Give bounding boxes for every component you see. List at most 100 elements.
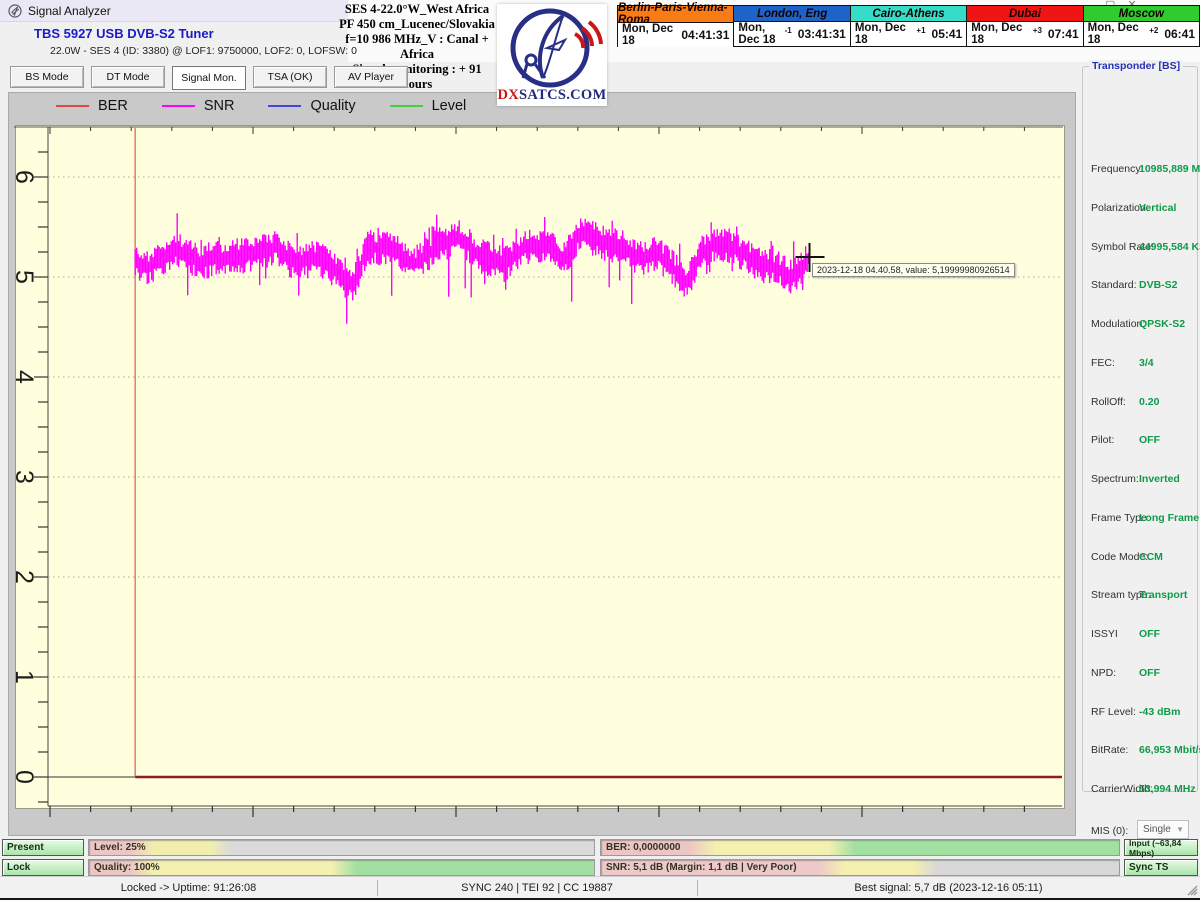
transponder-value: OFF	[1139, 667, 1160, 679]
legend-item-ber: BER	[56, 98, 128, 114]
transponder-label: RollOff:	[1091, 396, 1126, 408]
legend-item-snr: SNR	[162, 98, 235, 114]
transponder-value: 10985,889 MHz	[1139, 163, 1200, 175]
clock-moscow: MoscowMon, Dec 18+206:41	[1084, 5, 1200, 47]
banner-line: f=10 986 MHz_V : Canal + Africa	[337, 32, 497, 62]
transponder-label: FEC:	[1091, 357, 1115, 369]
title-bar[interactable]: Signal Analyzer	[0, 0, 348, 22]
clock-date: Mon, Dec 18	[738, 22, 784, 46]
status-separator	[697, 880, 698, 896]
legend-label: Quality	[310, 98, 355, 114]
y-axis-tick-label: 5	[9, 262, 39, 292]
transponder-value: OFF	[1139, 434, 1160, 446]
clock-time-row: Mon, Dec 18+206:41	[1084, 22, 1199, 46]
tuner-name: TBS 5927 USB DVB-S2 Tuner	[34, 26, 214, 41]
status-segment-2: Best signal: 5,7 dB (2023-12-16 05:11)	[697, 877, 1200, 899]
clock-city-label: Berlin-Paris-Vienna-Roma	[618, 6, 733, 23]
ber-bar: BER: 0,0000000	[600, 839, 1120, 856]
transponder-label: Frequency:	[1091, 163, 1144, 175]
clock-dubai: DubaiMon, Dec 18+3 07:41	[967, 5, 1083, 47]
y-axis-tick-label: 1	[9, 662, 39, 692]
tab-bs-mode[interactable]: BS Mode	[10, 66, 84, 88]
transponder-value: 44995,584 KS/s	[1139, 241, 1200, 253]
app-icon	[8, 4, 22, 18]
mis-dropdown[interactable]: Single ▼	[1137, 820, 1189, 839]
status-segment-1: SYNC 240 | TEI 92 | CC 19887	[377, 877, 697, 899]
tab-av-player[interactable]: AV Player	[334, 66, 408, 88]
sync-ts-indicator: Sync TS	[1124, 859, 1198, 876]
input-indicator: Input (~63,84 Mbps)	[1124, 839, 1198, 856]
resize-grip-icon[interactable]	[1186, 882, 1198, 896]
mode-tabs: BS Mode DT Mode Signal Mon. TSA (OK) AV Play…	[10, 66, 408, 88]
dxsatcs-logo: DXSATCS.COM	[497, 4, 607, 106]
quality-bar: Quality: 100%	[88, 859, 595, 876]
legend-line-sample	[390, 105, 423, 107]
clock-berlin-paris-vienna-roma: Berlin-Paris-Vienna-RomaMon, Dec 1804:41…	[617, 5, 734, 47]
transponder-value: 66,953 Mbit/s	[1139, 744, 1200, 756]
signal-chart[interactable]: BER SNR Quality Level	[8, 92, 1076, 836]
legend-item-quality: Quality	[268, 98, 355, 114]
logo-wordmark: DXSATCS.COM	[497, 87, 607, 104]
legend-line-sample	[268, 105, 301, 107]
banner-line: SES 4-22.0°W_West Africa	[337, 2, 497, 17]
transponder-value: Long Frame	[1139, 512, 1199, 524]
clock-time: 03:41:31	[798, 27, 846, 41]
clock-time-row: Mon, Dec 18+1 05:41	[851, 22, 966, 46]
transponder-value: Transport	[1139, 589, 1187, 601]
signal-analyzer-window: ▢✕ Signal Analyzer TBS 5927 USB DVB-S2 T…	[0, 0, 1200, 900]
transponder-value: QPSK-S2	[1139, 318, 1185, 330]
chart-tooltip: 2023-12-18 04.40.58, value: 5,1999998092…	[812, 263, 1015, 277]
clock-time: 05:41	[932, 27, 963, 41]
transponder-value: 3/4	[1139, 357, 1154, 369]
clock-utc-offset: -1	[785, 26, 792, 35]
clock-london-eng: London, EngMon, Dec 18-103:41:31	[734, 5, 850, 47]
clock-date: Mon, Dec 18	[622, 23, 675, 47]
transponder-value: 53,994 MHz	[1139, 783, 1196, 795]
status-segment-0: Locked -> Uptime: 91:26:08	[0, 877, 377, 899]
y-axis-tick-label: 4	[9, 362, 39, 392]
transponder-value: CCM	[1139, 551, 1163, 563]
snr-bar: SNR: 5,1 dB (Margin: 1,1 dB | Very Poor)	[600, 859, 1120, 876]
present-indicator: Present	[2, 839, 84, 856]
clock-date: Mon, Dec 18	[1088, 22, 1150, 46]
clock-utc-offset: +1	[916, 26, 925, 35]
transponder-label: NPD:	[1091, 667, 1116, 679]
lock-indicator: Lock	[2, 859, 84, 876]
world-clocks: Berlin-Paris-Vienna-RomaMon, Dec 1804:41…	[617, 5, 1200, 47]
status-separator	[377, 880, 378, 896]
banner-line: PF 450 cm_Lucenec/Slovakia	[337, 17, 497, 32]
transponder-label: Pilot:	[1091, 434, 1114, 446]
clock-city-label: Moscow	[1084, 6, 1199, 22]
clock-date: Mon, Dec 18	[855, 22, 917, 46]
clock-date: Mon, Dec 18	[971, 22, 1033, 46]
clock-utc-offset: +3	[1033, 26, 1042, 35]
tab-dt-mode[interactable]: DT Mode	[91, 66, 165, 88]
transponder-label: Modulation:	[1091, 318, 1145, 330]
clock-time: 06:41	[1164, 27, 1195, 41]
legend-line-sample	[56, 105, 89, 107]
transponder-label: Standard:	[1091, 279, 1137, 291]
clock-time-row: Mon, Dec 18-1 03:41:31	[734, 22, 849, 46]
clock-city-label: Dubai	[967, 6, 1082, 22]
transponder-value: -43 dBm	[1139, 706, 1180, 718]
tuner-subtitle: 22.0W - SES 4 (ID: 3380) @ LOF1: 9750000…	[50, 45, 357, 57]
y-axis-tick-label: 3	[9, 462, 39, 492]
mis-dropdown-value: Single	[1143, 824, 1171, 835]
transponder-value: Inverted	[1139, 473, 1180, 485]
status-bar: Locked -> Uptime: 91:26:08SYNC 240 | TEI…	[0, 876, 1200, 899]
tab-tsa-ok-[interactable]: TSA (OK)	[253, 66, 327, 88]
transponder-label: Spectrum:	[1091, 473, 1139, 485]
transponder-panel: Transponder [BS] Frequency:10985,889 MHz…	[1082, 66, 1198, 792]
tab-signal-mon-[interactable]: Signal Mon.	[172, 66, 246, 90]
clock-time: 07:41	[1048, 27, 1079, 41]
clock-time-row: Mon, Dec 18+3 07:41	[967, 22, 1082, 46]
plot-area[interactable]	[15, 125, 1065, 809]
level-bar: Level: 25%	[88, 839, 595, 856]
legend-label: Level	[432, 98, 467, 114]
chevron-down-icon: ▼	[1176, 825, 1184, 834]
clock-cairo-athens: Cairo-AthensMon, Dec 18+1 05:41	[851, 5, 967, 47]
clock-city-label: Cairo-Athens	[851, 6, 966, 22]
transponder-label: BitRate:	[1091, 744, 1128, 756]
y-axis-tick-label: 0	[9, 762, 39, 792]
transponder-panel-title: Transponder [BS]	[1089, 60, 1183, 72]
